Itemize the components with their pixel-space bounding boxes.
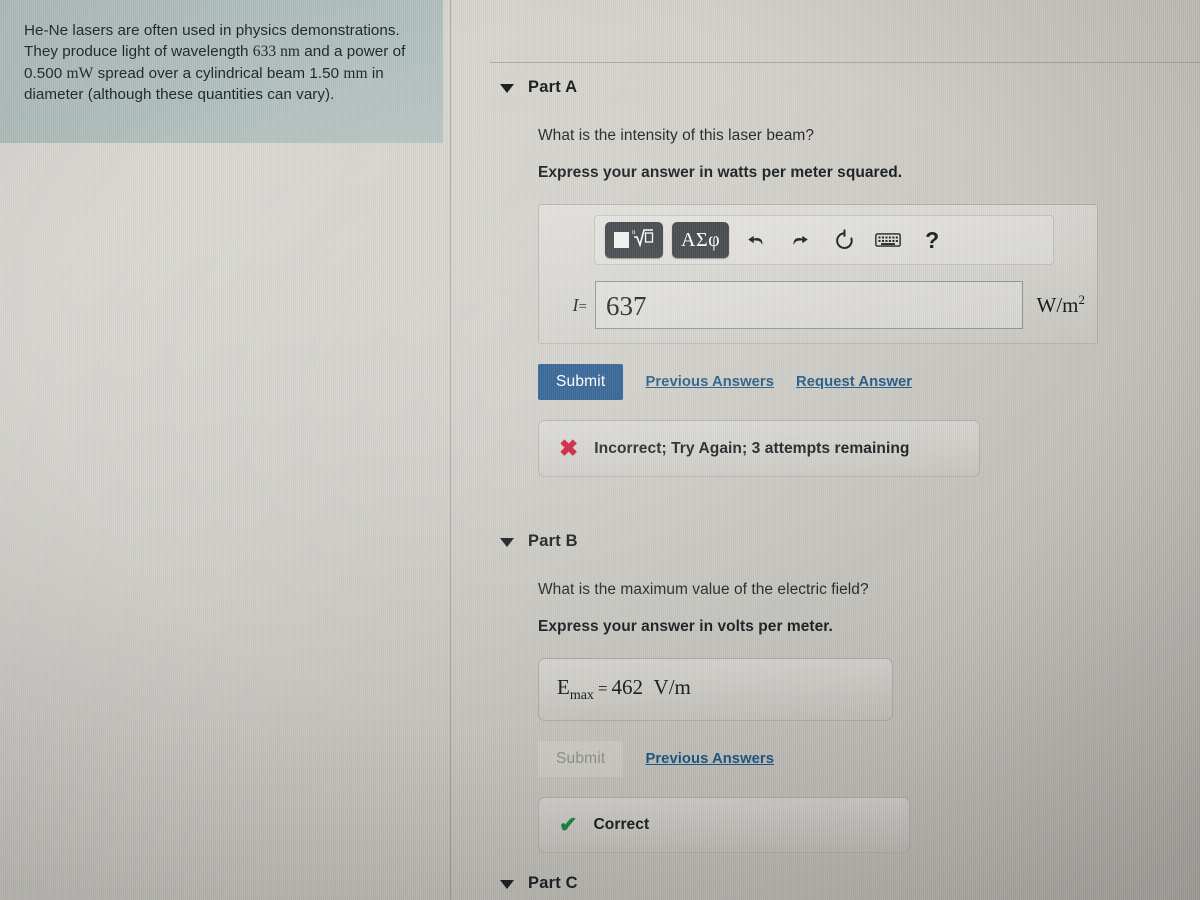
part-a-instruction: Express your answer in watts per meter s… xyxy=(538,164,903,181)
part-b-header[interactable]: Part B xyxy=(450,532,1200,551)
square-placeholder-icon xyxy=(614,232,629,248)
part-b-answer-display: Emax = 462 V/m xyxy=(538,658,893,722)
x-mark-icon: ✖ xyxy=(559,435,579,461)
part-a-header[interactable]: Part A xyxy=(450,78,1200,97)
part-a-answer-input[interactable]: 637 xyxy=(595,281,1023,329)
part-b-variable: E xyxy=(557,675,570,699)
part-b-value: 462 xyxy=(611,675,644,699)
power-unit: mW xyxy=(66,64,94,82)
part-a-answer-widget: n ΑΣφ ? I= 637 W/m2 xyxy=(538,204,1098,344)
part-a-previous-answers-link[interactable]: Previous Answers xyxy=(645,374,774,390)
part-a-submit-button[interactable]: Submit xyxy=(538,364,624,400)
undo-icon[interactable] xyxy=(739,223,773,257)
part-b-body: What is the maximum value of the electri… xyxy=(450,581,1200,854)
part-a-body: What is the intensity of this laser beam… xyxy=(450,127,1200,477)
problem-statement-panel: He-Ne lasers are often used in physics d… xyxy=(0,0,443,143)
reset-icon[interactable] xyxy=(827,223,861,257)
nth-root-icon: n xyxy=(632,226,654,252)
part-a-answer-row: I= 637 W/m2 xyxy=(551,281,1085,329)
part-b-question: What is the maximum value of the electri… xyxy=(538,581,869,598)
math-template-button[interactable]: n xyxy=(605,222,663,258)
part-b-previous-answers-link[interactable]: Previous Answers xyxy=(645,751,774,767)
part-a-request-answer-link[interactable]: Request Answer xyxy=(796,374,912,390)
part-c-section: Part C xyxy=(450,874,1200,893)
part-b-section: Part B What is the maximum value of the … xyxy=(450,532,1200,854)
diameter-unit: mm xyxy=(343,64,368,82)
part-b-submit-button: Submit xyxy=(538,741,624,778)
part-a-section: Part A What is the intensity of this las… xyxy=(450,78,1200,477)
wavelength-value: 633 nm xyxy=(252,43,300,61)
part-a-feedback-incorrect: ✖ Incorrect; Try Again; 3 attempts remai… xyxy=(538,420,980,477)
check-mark-icon: ✔ xyxy=(559,812,578,838)
greek-symbols-button[interactable]: ΑΣφ xyxy=(672,222,730,258)
part-b-subscript: max xyxy=(569,688,594,704)
part-a-feedback-text: Incorrect; Try Again; 3 attempts remaini… xyxy=(594,439,910,457)
part-a-unit-label: W/m2 xyxy=(1036,292,1086,317)
part-a-question: What is the intensity of this laser beam… xyxy=(538,127,815,144)
problem-statement-text: He-Ne lasers are often used in physics d… xyxy=(24,22,406,104)
assignment-content: Part A What is the intensity of this las… xyxy=(450,0,1200,900)
svg-text:n: n xyxy=(632,228,636,236)
chevron-down-icon[interactable] xyxy=(500,538,514,547)
help-icon[interactable]: ? xyxy=(915,223,949,257)
part-b-feedback-text: Correct xyxy=(593,816,650,834)
part-b-action-row: Submit Previous Answers xyxy=(538,741,1200,778)
part-c-header[interactable]: Part C xyxy=(450,874,1200,893)
part-b-unit: V/m xyxy=(653,675,691,699)
part-a-action-row: Submit Previous Answers Request Answer xyxy=(538,364,1200,400)
part-b-feedback-correct: ✔ Correct xyxy=(538,797,910,854)
chevron-down-icon[interactable] xyxy=(500,880,514,889)
part-a-title: Part A xyxy=(528,78,578,96)
redo-icon[interactable] xyxy=(783,223,817,257)
part-b-title: Part B xyxy=(528,532,578,550)
keyboard-icon[interactable] xyxy=(871,223,905,257)
greek-symbols-label: ΑΣφ xyxy=(681,229,721,251)
chevron-down-icon[interactable] xyxy=(500,84,514,93)
part-c-title: Part C xyxy=(528,874,578,892)
part-b-equals: = xyxy=(597,679,608,698)
part-a-variable-label: I= xyxy=(572,294,587,315)
math-toolbar: n ΑΣφ ? xyxy=(594,215,1054,265)
part-b-instruction: Express your answer in volts per meter. xyxy=(538,618,833,635)
